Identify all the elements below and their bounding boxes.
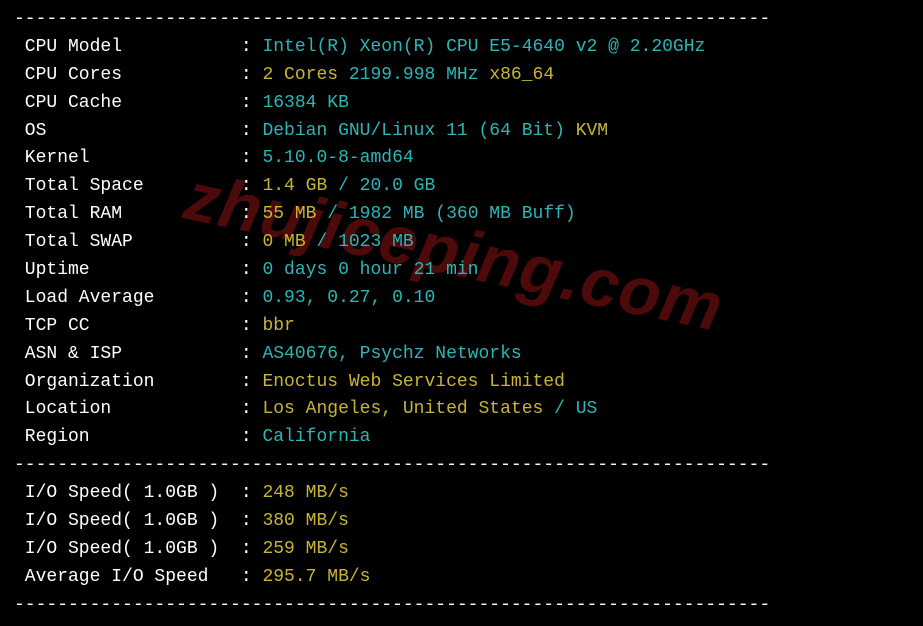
row-label: CPU Cores — [14, 65, 241, 85]
row-colon: : — [241, 260, 263, 280]
rows: Uptime : 0 days 0 hour 21 min — [14, 257, 909, 285]
row-label: Kernel — [14, 148, 241, 168]
row-colon: : — [241, 121, 263, 141]
io_rows: I/O Speed( 1.0GB ) : 248 MB/s — [14, 480, 909, 508]
rows: Total SWAP : 0 MB / 1023 MB — [14, 229, 909, 257]
row-value: / US — [543, 399, 597, 419]
row-label: Organization — [14, 372, 241, 392]
row-colon: : — [241, 372, 263, 392]
row-label: I/O Speed( 1.0GB ) — [14, 511, 241, 531]
row-label: Load Average — [14, 288, 241, 308]
divider-top: ----------------------------------------… — [14, 6, 909, 34]
row-value: 380 MB/s — [262, 511, 348, 531]
row-value: 5.10.0-8-amd64 — [262, 148, 413, 168]
rows: CPU Model : Intel(R) Xeon(R) CPU E5-4640… — [14, 34, 909, 62]
row-label: I/O Speed( 1.0GB ) — [14, 539, 241, 559]
row-colon: : — [241, 511, 263, 531]
row-colon: : — [241, 148, 263, 168]
row-label: TCP CC — [14, 316, 241, 336]
row-label: Uptime — [14, 260, 241, 280]
terminal-output: ----------------------------------------… — [0, 0, 923, 626]
rows: CPU Cores : 2 Cores 2199.998 MHz x86_64 — [14, 62, 909, 90]
row-label: CPU Model — [14, 37, 241, 57]
row-value: / 1023 MB — [306, 232, 414, 252]
row-value: 0 days 0 hour 21 min — [262, 260, 478, 280]
row-colon: : — [241, 288, 263, 308]
row-label: Total Space — [14, 176, 241, 196]
io_rows: Average I/O Speed : 295.7 MB/s — [14, 564, 909, 592]
row-label: I/O Speed( 1.0GB ) — [14, 483, 241, 503]
row-value: 16384 KB — [262, 93, 348, 113]
io-speed-block: I/O Speed( 1.0GB ) : 248 MB/s I/O Speed(… — [14, 480, 909, 592]
row-value: bbr — [262, 316, 294, 336]
system-info-block: CPU Model : Intel(R) Xeon(R) CPU E5-4640… — [14, 34, 909, 452]
rows: Kernel : 5.10.0-8-amd64 — [14, 145, 909, 173]
io_rows: I/O Speed( 1.0GB ) : 380 MB/s — [14, 508, 909, 536]
row-colon: : — [241, 232, 263, 252]
rows: Total RAM : 55 MB / 1982 MB (360 MB Buff… — [14, 201, 909, 229]
rows: Region : California — [14, 424, 909, 452]
row-value: 0 MB — [262, 232, 305, 252]
rows: ASN & ISP : AS40676, Psychz Networks — [14, 341, 909, 369]
row-value: / 1982 MB — [316, 204, 424, 224]
rows: TCP CC : bbr — [14, 313, 909, 341]
row-value: 259 MB/s — [262, 539, 348, 559]
row-value: 2 Cores — [262, 65, 338, 85]
row-label: OS — [14, 121, 241, 141]
rows: OS : Debian GNU/Linux 11 (64 Bit) KVM — [14, 118, 909, 146]
row-colon: : — [241, 567, 263, 587]
row-colon: : — [241, 483, 263, 503]
row-label: Location — [14, 399, 241, 419]
row-value: Enoctus Web Services Limited — [262, 372, 564, 392]
rows: Total Space : 1.4 GB / 20.0 GB — [14, 173, 909, 201]
rows: Load Average : 0.93, 0.27, 0.10 — [14, 285, 909, 313]
row-label: Total SWAP — [14, 232, 241, 252]
row-colon: : — [241, 176, 263, 196]
row-label: Average I/O Speed — [14, 567, 241, 587]
row-colon: : — [241, 65, 263, 85]
row-colon: : — [241, 316, 263, 336]
row-colon: : — [241, 37, 263, 57]
row-value: Debian GNU/Linux 11 (64 Bit) — [262, 121, 564, 141]
row-colon: : — [241, 399, 263, 419]
row-value: Intel(R) Xeon(R) CPU E5-4640 v2 @ 2.20GH… — [262, 37, 705, 57]
row-value: AS40676, Psychz Networks — [262, 344, 521, 364]
row-value: 2199.998 MHz — [338, 65, 478, 85]
row-value: 55 MB — [262, 204, 316, 224]
rows: CPU Cache : 16384 KB — [14, 90, 909, 118]
row-value: Los Angeles, United States — [262, 399, 543, 419]
row-label: Total RAM — [14, 204, 241, 224]
row-value: KVM — [565, 121, 608, 141]
row-value: (360 MB Buff) — [425, 204, 576, 224]
row-value: California — [262, 427, 370, 447]
row-colon: : — [241, 344, 263, 364]
row-colon: : — [241, 427, 263, 447]
row-colon: : — [241, 93, 263, 113]
row-value: 1.4 GB — [262, 176, 327, 196]
row-value: 295.7 MB/s — [262, 567, 370, 587]
row-value: x86_64 — [479, 65, 555, 85]
row-colon: : — [241, 539, 263, 559]
divider-mid: ----------------------------------------… — [14, 452, 909, 480]
io_rows: I/O Speed( 1.0GB ) : 259 MB/s — [14, 536, 909, 564]
row-label: CPU Cache — [14, 93, 241, 113]
row-label: ASN & ISP — [14, 344, 241, 364]
row-colon: : — [241, 204, 263, 224]
row-value: / 20.0 GB — [327, 176, 435, 196]
rows: Organization : Enoctus Web Services Limi… — [14, 369, 909, 397]
row-value: 0.93, 0.27, 0.10 — [262, 288, 435, 308]
row-value: 248 MB/s — [262, 483, 348, 503]
divider-bottom: ----------------------------------------… — [14, 592, 909, 620]
rows: Location : Los Angeles, United States / … — [14, 396, 909, 424]
row-label: Region — [14, 427, 241, 447]
